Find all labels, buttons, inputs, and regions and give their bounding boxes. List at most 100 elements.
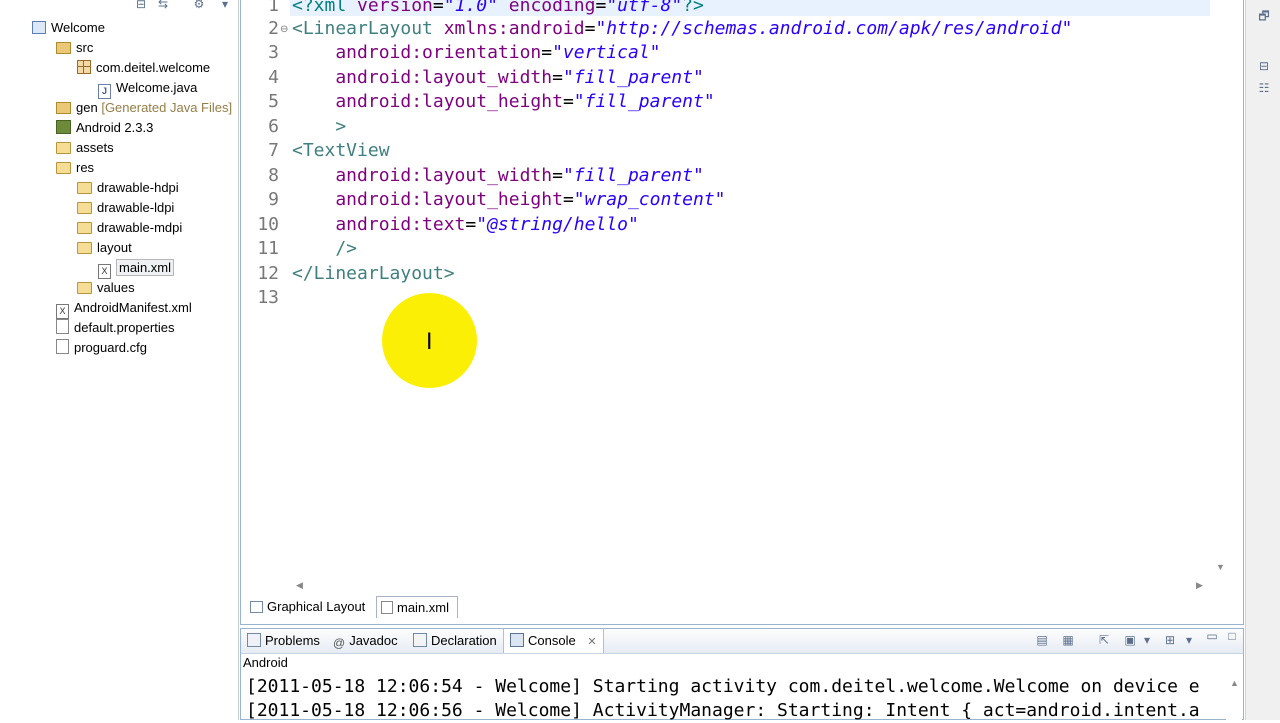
code-token: android:layout_height xyxy=(292,189,563,210)
code-token: xmlns:android xyxy=(443,18,585,39)
tree-item-default-properties[interactable]: default.properties xyxy=(56,318,174,338)
code-token: "fill_parent" xyxy=(573,91,715,112)
line-number: 9 xyxy=(268,189,279,210)
console-view-tabs: Problems @ Javadoc Declaration Console ✕ xyxy=(241,629,1243,654)
collapse-all-icon[interactable]: ⊟ xyxy=(134,0,148,11)
structure-icon[interactable]: ☷ xyxy=(1256,80,1272,96)
source-folder-icon xyxy=(56,102,71,114)
right-trim-bar: 🗗 ⊟ ☷ xyxy=(1245,0,1280,720)
pin-console-icon[interactable]: ⇱ xyxy=(1096,632,1112,648)
clear-console-icon[interactable]: ▤ xyxy=(1034,632,1050,648)
view-menu-icon[interactable]: ⚙ xyxy=(192,0,206,11)
tree-item-assets[interactable]: assets xyxy=(56,138,114,158)
scroll-up-arrow-icon[interactable]: ▲ xyxy=(1230,678,1239,688)
tree-item-label: Android 2.3.3 xyxy=(76,120,154,135)
tree-item-src[interactable]: src xyxy=(56,38,93,58)
folder-icon xyxy=(77,182,92,194)
code-token: "fill_parent" xyxy=(562,165,704,186)
tree-item-label: layout xyxy=(97,240,132,255)
line-number: 7 xyxy=(268,140,279,161)
tree-item-res[interactable]: res xyxy=(56,158,94,178)
console-output-line: [2011-05-18 12:06:56 - Welcome] Activity… xyxy=(246,700,1200,721)
tree-item-main-xml[interactable]: Xmain.xml xyxy=(98,258,175,279)
line-number: 5 xyxy=(268,91,279,112)
tree-item-welcome-java[interactable]: J Welcome.java xyxy=(98,78,198,99)
code-token: = xyxy=(552,67,563,88)
code-line[interactable]: android:text="@string/hello" xyxy=(292,213,638,237)
editor-horizontal-scrollbar[interactable]: ◀ ▶ xyxy=(290,578,1210,594)
tree-item-annotation: [Generated Java Files] xyxy=(101,100,233,115)
maximize-icon[interactable]: □ xyxy=(1224,628,1240,644)
scroll-right-arrow-icon[interactable]: ▶ xyxy=(1196,580,1203,591)
tree-item-android-library[interactable]: Android 2.3.3 xyxy=(56,118,153,138)
scroll-lock-icon[interactable]: ▦ xyxy=(1060,632,1076,648)
tab-label: Console xyxy=(528,633,576,648)
tree-item-android-manifest[interactable]: X AndroidManifest.xml xyxy=(56,298,192,319)
code-line[interactable]: android:layout_width="fill_parent" xyxy=(292,66,703,90)
minimize-icon[interactable]: ▭ xyxy=(1204,628,1220,644)
console-vertical-scrollbar[interactable]: ▲ xyxy=(1226,676,1242,720)
tree-item-drawable-mdpi[interactable]: drawable-mdpi xyxy=(77,218,182,238)
tree-item-label: default.properties xyxy=(74,320,175,335)
tab-graphical-layout[interactable]: Graphical Layout xyxy=(246,596,374,618)
link-with-editor-icon[interactable]: ⇆ xyxy=(156,0,170,11)
code-token: android:layout_width xyxy=(292,67,553,88)
package-explorer: ⊟ ⇆ ⚙ ▾ Welcome src com.deitel.welcome J… xyxy=(0,0,239,720)
xml-file-icon: X xyxy=(56,304,69,319)
tree-item-package[interactable]: com.deitel.welcome xyxy=(77,58,210,78)
code-line[interactable]: android:layout_height="fill_parent" xyxy=(292,90,715,114)
code-line[interactable]: <TextView xyxy=(292,139,390,163)
tree-item-layout[interactable]: layout xyxy=(77,238,132,258)
folder-icon xyxy=(77,222,92,234)
code-line[interactable]: <LinearLayout xmlns:android="http://sche… xyxy=(292,17,1072,41)
code-token: android:orientation xyxy=(292,42,542,63)
line-number: 10 xyxy=(257,214,279,235)
project-icon xyxy=(32,21,46,34)
code-line[interactable]: android:layout_height="wrap_content" xyxy=(292,188,726,212)
tree-item-label: assets xyxy=(76,140,114,155)
editor-vertical-scrollbar[interactable]: ▼ xyxy=(1210,0,1232,578)
display-console-icon[interactable]: ▣ xyxy=(1122,632,1138,648)
tree-item-gen[interactable]: gen [Generated Java Files] xyxy=(56,98,232,118)
scroll-left-arrow-icon[interactable]: ◀ xyxy=(296,580,303,591)
tab-javadoc[interactable]: @ Javadoc xyxy=(333,629,398,653)
tree-item-proguard[interactable]: proguard.cfg xyxy=(56,338,147,358)
folder-icon xyxy=(56,142,71,154)
code-token: </LinearLayout> xyxy=(292,263,455,284)
code-line[interactable]: </LinearLayout> xyxy=(292,262,455,286)
code-line[interactable]: android:layout_width="fill_parent" xyxy=(292,164,704,188)
tree-item-drawable-hdpi[interactable]: drawable-hdpi xyxy=(77,178,179,198)
xml-file-icon: X xyxy=(98,264,111,279)
code-line[interactable]: android:orientation="vertical" xyxy=(292,41,660,65)
line-number: 11 xyxy=(257,238,279,259)
fold-toggle-icon[interactable]: ⊖ xyxy=(280,24,288,35)
code-line[interactable]: <?xml version="1.0" encoding="utf-8"?> xyxy=(292,0,704,18)
tree-item-label: Welcome.java xyxy=(116,80,198,95)
tab-console[interactable]: Console ✕ xyxy=(503,629,604,653)
explorer-toolbar: ⊟ ⇆ ⚙ ▾ xyxy=(0,0,238,14)
text-cursor-icon: I xyxy=(426,330,433,355)
tree-item-values[interactable]: values xyxy=(77,278,135,298)
code-line[interactable]: /> xyxy=(292,237,357,261)
outline-icon[interactable]: ⊟ xyxy=(1256,58,1272,74)
tree-item-project[interactable]: Welcome xyxy=(32,18,105,38)
open-console-icon[interactable]: ⊞ xyxy=(1162,632,1178,648)
tab-declaration[interactable]: Declaration xyxy=(413,629,497,653)
chevron-down-icon[interactable]: ▾ xyxy=(1184,632,1194,648)
code-line[interactable]: > xyxy=(292,115,346,139)
chevron-down-icon[interactable]: ▾ xyxy=(218,0,232,11)
package-icon xyxy=(77,60,91,74)
scroll-down-arrow-icon[interactable]: ▼ xyxy=(1216,562,1225,572)
code-token: > xyxy=(292,116,347,137)
code-token: "wrap_content" xyxy=(573,189,726,210)
close-icon[interactable]: ✕ xyxy=(587,636,596,648)
line-number: 3 xyxy=(268,42,279,63)
tree-item-label: proguard.cfg xyxy=(74,340,147,355)
tab-main-xml[interactable]: main.xml xyxy=(376,596,458,618)
tab-label: Graphical Layout xyxy=(267,599,366,614)
restore-icon[interactable]: 🗗 xyxy=(1256,8,1272,24)
tab-problems[interactable]: Problems xyxy=(247,629,320,653)
tree-item-drawable-ldpi[interactable]: drawable-ldpi xyxy=(77,198,174,218)
tree-item-label: Welcome xyxy=(51,20,105,35)
chevron-down-icon[interactable]: ▾ xyxy=(1142,632,1152,648)
